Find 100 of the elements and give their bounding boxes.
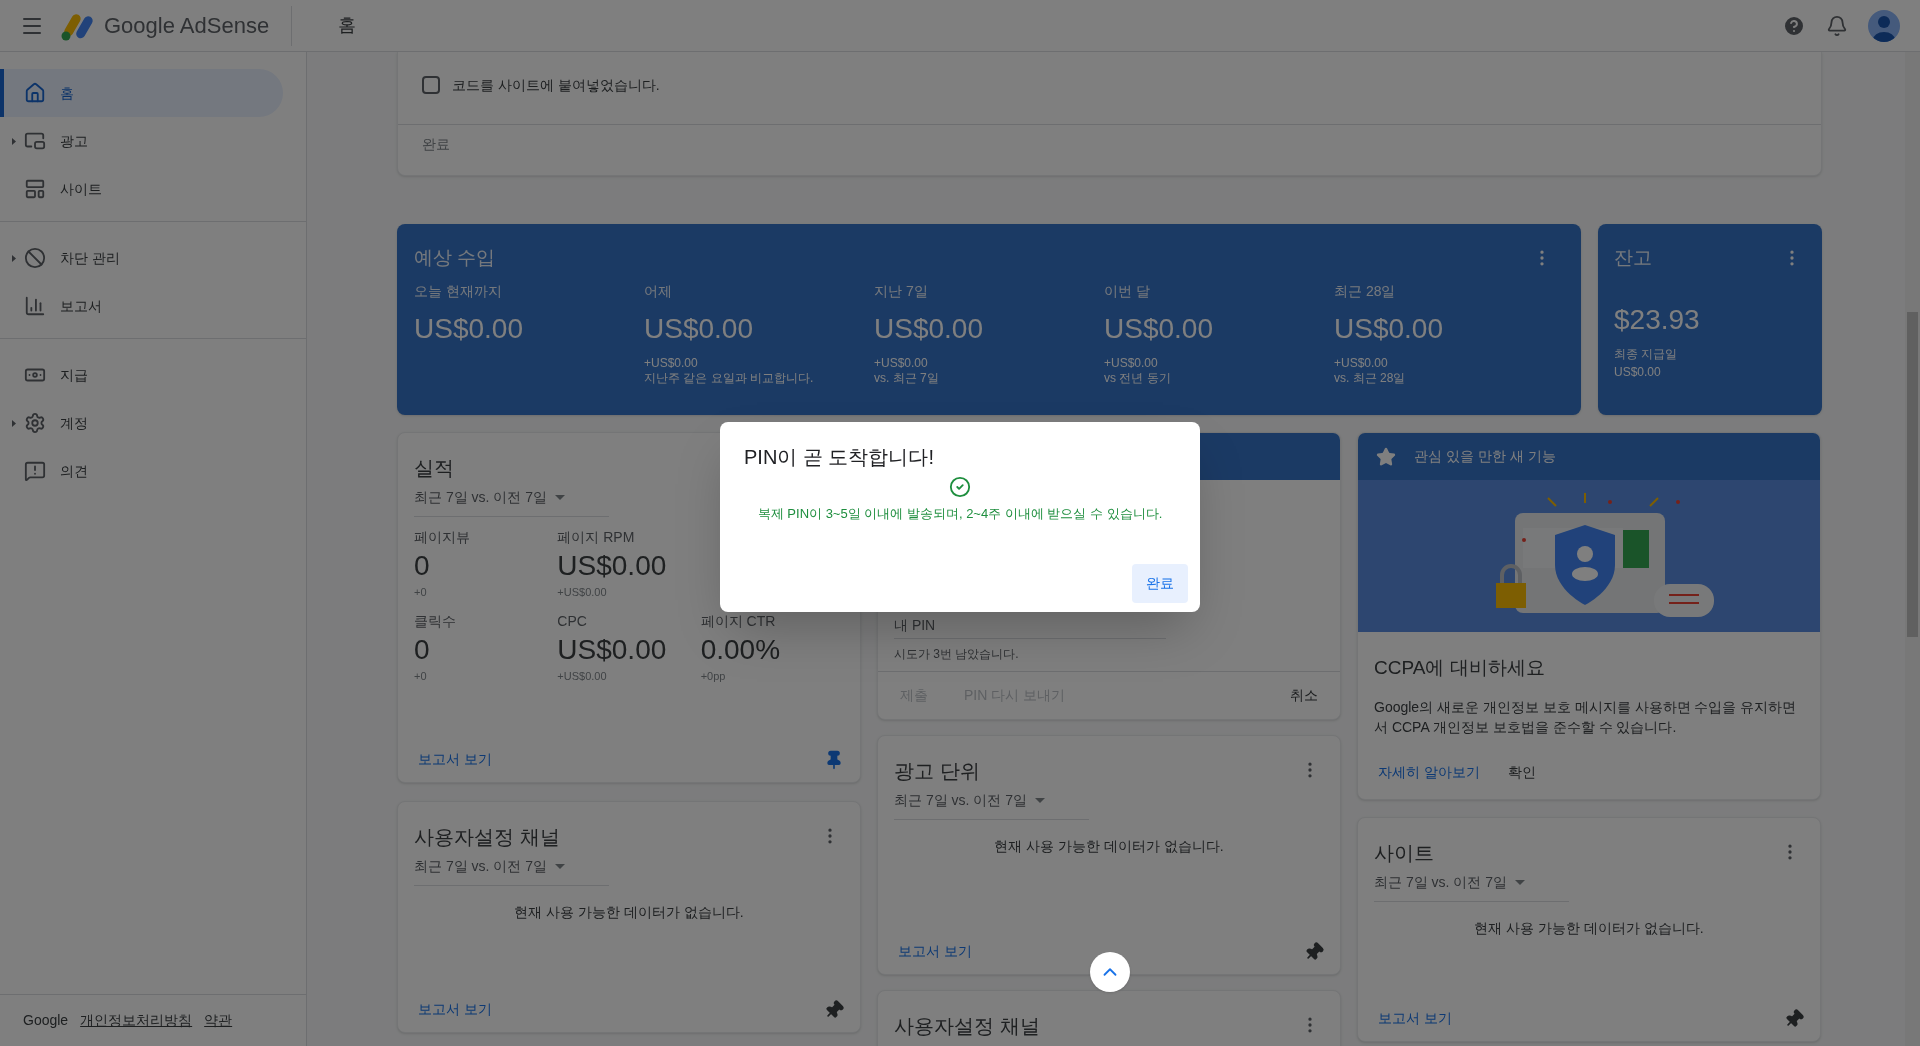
pin-button[interactable] [1304,941,1324,962]
card-title: 잔고 [1614,246,1652,270]
earnings-amount: US$0.00 [414,311,524,346]
check-circle-icon [949,476,971,498]
checkbox-label: 코드를 사이트에 붙여넣었습니다. [452,75,660,95]
nav-item[interactable]: 차단 관리 [0,234,283,282]
earnings-change: +US$0.00 [1334,355,1389,371]
metric-change: +US$0.00 [557,668,608,684]
pin-button[interactable] [824,749,844,770]
feature-title: CCPA에 대비하세요 [1374,656,1546,680]
date-range-dropdown[interactable]: 최근 7일 vs. 이전 7일 [894,790,1089,820]
chart-icon [24,295,46,317]
avatar-icon[interactable] [1868,9,1900,42]
card-title: 사용자설정 채널 [414,825,560,850]
earnings-change: +US$0.00 [644,355,699,371]
metric-label: 페이지뷰 [414,528,471,547]
nav-item[interactable]: 광고 [0,117,283,165]
dropdown-caret-icon [555,495,566,500]
metric-label: 페이지 RPM [557,528,636,547]
metric-value: 0 [414,632,431,667]
period-label: 지난 7일 [874,281,929,301]
date-range-dropdown[interactable]: 최근 7일 vs. 이전 7일 [414,487,609,517]
learn-more-link[interactable]: 자세히 알아보기 [1374,762,1484,783]
notifications-icon[interactable] [1826,14,1848,37]
page-title: 홈 [338,14,357,37]
comparison-note: 지난주 같은 요일과 비교합니다. [644,370,815,386]
earnings-amount: US$0.00 [874,311,984,346]
metric-change: +0pp [700,668,727,684]
dialog-message: 복제 PIN이 3~5일 이내에 발송되며, 2~4주 이내에 받으실 수 있습니다. [756,505,1164,523]
nav-item[interactable]: 홈 [0,69,283,117]
date-range-dropdown[interactable]: 최근 7일 vs. 이전 7일 [1374,872,1569,902]
earnings-amount: US$0.00 [1334,311,1444,346]
dropdown-caret-icon [555,864,566,869]
card-title: 예상 수입 [414,246,496,270]
nav-item[interactable]: 계정 [0,399,283,447]
empty-message: 현재 사용 가능한 데이터가 없습니다. [1473,919,1705,938]
balance-amount: $23.93 [1614,302,1701,337]
layout-icon [24,178,46,200]
earnings-amount: US$0.00 [644,311,754,346]
nav-item[interactable]: 지급 [0,351,283,399]
footer-brand: Google [23,1011,69,1030]
app-title: Google AdSense [104,12,270,40]
metric-label: CPC [557,611,588,631]
nav-item[interactable]: 사이트 [0,165,283,213]
empty-message: 현재 사용 가능한 데이터가 없습니다. [993,837,1225,856]
metric-value: US$0.00 [557,549,668,583]
view-report-link[interactable]: 보고서 보기 [1374,1008,1456,1029]
metric-value: 0 [414,549,431,583]
card-title: 사용자설정 채널 [894,1014,1040,1039]
metric-value: US$0.00 [557,632,668,667]
last-payment-label: 최종 지급일 [1614,345,1679,363]
dropdown-caret-icon [1515,880,1526,885]
pin-button[interactable] [1784,1008,1804,1029]
date-range-dropdown[interactable]: 최근 7일 vs. 이전 7일 [414,856,609,886]
last-payment-amount: US$0.00 [1614,363,1662,381]
ad-icon [24,130,46,152]
view-report-link[interactable]: 보고서 보기 [414,749,496,770]
card-title: 사이트 [1374,841,1434,866]
done-button[interactable]: 완료 [1132,564,1188,603]
metric-label: 페이지 CTR [700,611,777,631]
card-title: 실적 [414,456,454,481]
empty-message: 현재 사용 가능한 데이터가 없습니다. [513,903,745,922]
nav-item[interactable]: 보고서 [0,282,283,330]
period-label: 이번 달 [1104,281,1151,301]
comparison-note: vs 전년 동기 [1104,370,1172,386]
metric-change: +0 [414,585,428,600]
period-label: 어제 [644,281,673,301]
metric-label: 클릭수 [414,611,457,631]
footer-link[interactable]: 약관 [204,1010,233,1031]
footer-link[interactable]: 개인정보처리방침 [80,1010,193,1031]
card-header-title: 관심 있을 만한 새 기능 [1414,447,1556,466]
home-icon [24,82,46,104]
metric-value: 0.00% [700,632,782,667]
checkbox[interactable] [422,76,440,94]
period-label: 오늘 현재까지 [414,281,503,301]
feature-description: Google의 새로운 개인정보 보호 메시지를 사용하면 수입을 유지하면서 CCPA 개인정보 보호법을 준수할 수 있습니다. [1374,697,1798,737]
confirm-button[interactable]: 확인 [1503,762,1540,783]
comparison-note: vs. 최근 28일 [1334,370,1407,386]
card-title: 광고 단위 [894,759,980,784]
metric-change: +0 [414,668,428,684]
metric-change: +US$0.00 [557,585,608,600]
block-icon [24,247,46,269]
period-label: 최근 28일 [1334,281,1397,301]
earnings-change: +US$0.00 [1104,355,1159,371]
pin-input-field[interactable]: 내 PIN [894,615,1166,639]
scrollbar-thumb[interactable] [1907,312,1918,637]
earnings-change: +US$0.00 [874,355,929,371]
card-action-button[interactable]: 취소 [1282,685,1326,706]
nav-item[interactable]: 의견 [0,447,283,495]
dialog-title: PIN이 곧 도착합니다! [744,445,935,470]
star-icon [1376,446,1396,467]
settings-icon [24,412,46,434]
earnings-amount: US$0.00 [1104,311,1214,346]
attempts-remaining: 시도가 3번 남았습니다. [894,646,1020,663]
pin-button[interactable] [824,999,844,1020]
comparison-note: vs. 최근 7일 [874,370,940,386]
dropdown-caret-icon [1035,798,1046,803]
view-report-link[interactable]: 보고서 보기 [894,941,976,962]
feedback-icon [24,460,46,482]
view-report-link[interactable]: 보고서 보기 [414,999,496,1020]
